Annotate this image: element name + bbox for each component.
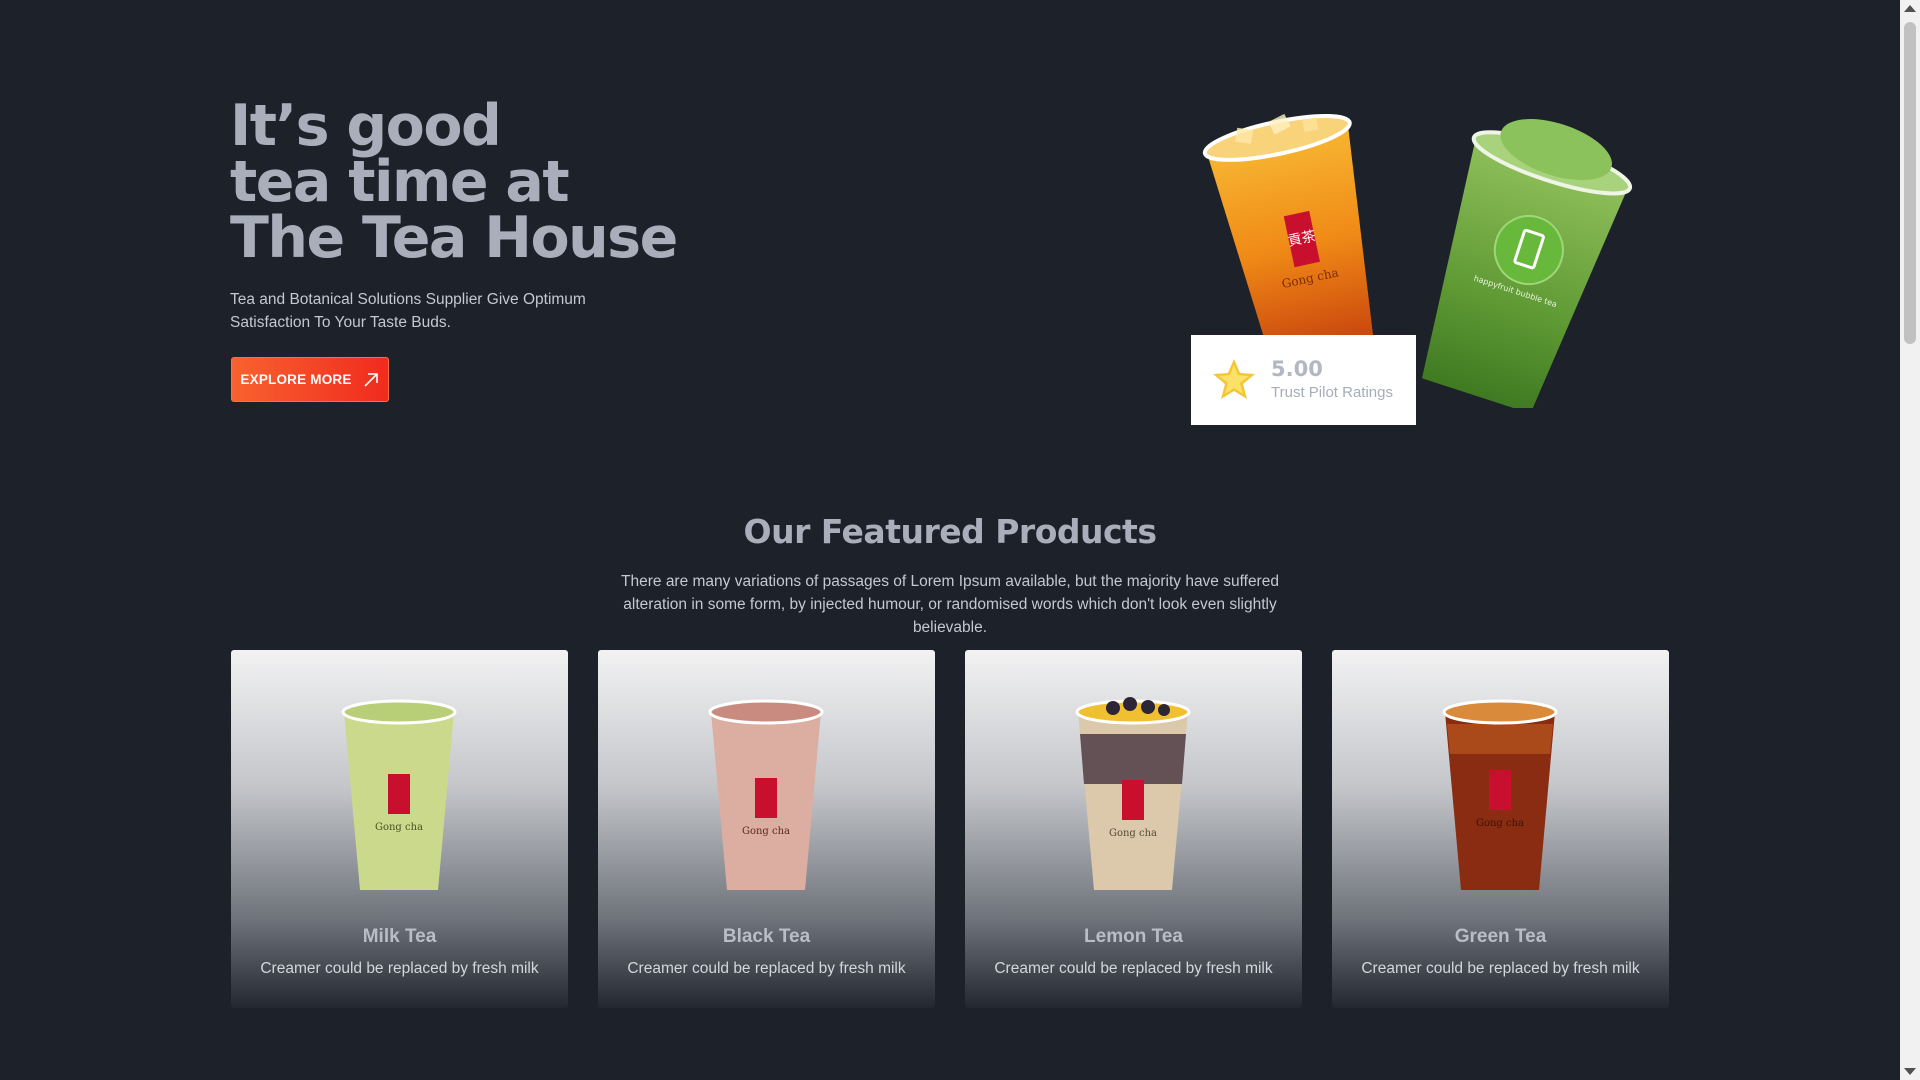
explore-more-button[interactable]: EXPLORE MORE — [231, 357, 389, 402]
product-name: Black Tea — [722, 926, 811, 947]
hero-title: It’s good tea time at The Tea House — [230, 93, 678, 271]
hero-green-tea-image: happyfruit bubble tea — [1421, 119, 1633, 408]
hero-title-line-3: The Tea House — [230, 205, 678, 271]
rating-text: 5.00 Trust Pilot Ratings — [1271, 356, 1393, 404]
hero-subtitle: Tea and Botanical Solutions Supplier Giv… — [230, 291, 586, 331]
product-name: Green Tea — [1454, 926, 1547, 947]
hero-title-line-2: tea time at — [230, 149, 570, 215]
star-icon — [1213, 359, 1255, 399]
svg-text:Gong cha: Gong cha — [1109, 828, 1157, 839]
product-name: Lemon Tea — [1084, 926, 1183, 947]
product-card-lemon-tea[interactable]: Gong cha Lemon Tea Creamer could be repl… — [965, 650, 1302, 1008]
explore-more-label: EXPLORE MORE — [240, 372, 352, 387]
product-card-milk-tea[interactable]: Gong cha Milk Tea Creamer could be repla… — [231, 650, 568, 1008]
product-name: Milk Tea — [362, 926, 437, 947]
hero-title-line-1: It’s good — [230, 93, 502, 159]
arrow-up-right-icon — [364, 372, 378, 387]
vertical-scrollbar[interactable] — [1900, 0, 1920, 1080]
product-card-black-tea[interactable]: Gong cha Black Tea Creamer could be repl… — [598, 650, 935, 1008]
black-tea-image: Gong cha — [708, 699, 824, 890]
svg-text:Gong cha: Gong cha — [375, 822, 423, 833]
svg-text:Gong cha: Gong cha — [742, 826, 790, 837]
rating-card: 5.00 Trust Pilot Ratings — [1191, 335, 1416, 425]
product-description: Creamer could be replaced by fresh milk — [994, 960, 1273, 977]
featured-title: Our Featured Products — [743, 512, 1157, 551]
product-card-green-tea[interactable]: Gong cha Green Tea Creamer could be repl… — [1332, 650, 1669, 1008]
featured-description: There are many variations of passages of… — [621, 573, 1279, 636]
scroll-down-arrow-icon[interactable] — [1904, 1068, 1916, 1075]
product-description: Creamer could be replaced by fresh milk — [627, 960, 906, 977]
rating-value: 5.00 — [1271, 357, 1323, 381]
product-description: Creamer could be replaced by fresh milk — [1361, 960, 1640, 977]
green-tea-image: Gong cha — [1442, 699, 1558, 890]
product-list: Gong cha Milk Tea Creamer could be repla… — [231, 650, 1669, 1008]
hero-orange-tea-image: 貢茶 Gong cha — [1202, 113, 1374, 356]
rating-label: Trust Pilot Ratings — [1271, 384, 1393, 401]
scroll-up-arrow-icon[interactable] — [1904, 5, 1916, 12]
svg-text:Gong cha: Gong cha — [1476, 818, 1524, 829]
scroll-thumb[interactable] — [1904, 22, 1916, 344]
lemon-tea-image: Gong cha — [1075, 697, 1191, 890]
page: It’s good tea time at The Tea House Tea … — [0, 0, 1900, 1080]
milk-tea-image: Gong cha — [341, 699, 457, 890]
product-description: Creamer could be replaced by fresh milk — [260, 960, 539, 977]
